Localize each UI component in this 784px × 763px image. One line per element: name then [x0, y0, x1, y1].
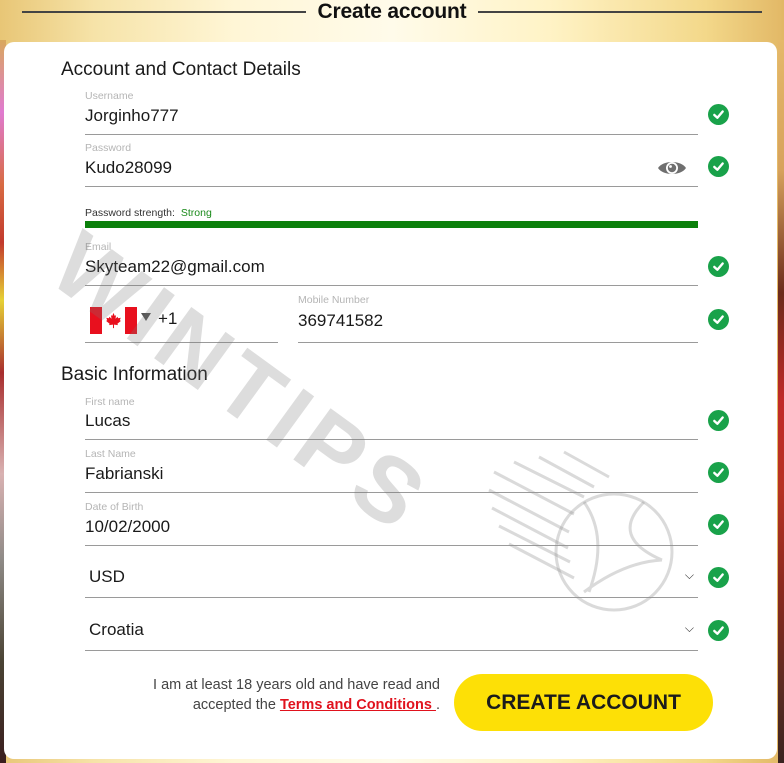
title-divider-left: [22, 11, 306, 13]
title-divider-right: [478, 11, 763, 13]
date-of-birth-label: Date of Birth: [85, 501, 144, 513]
country-code-select[interactable]: +1: [85, 291, 278, 343]
password-strength-bar: [85, 221, 698, 228]
password-strength-label: Password strength:: [85, 207, 175, 219]
first-name-valid-check-icon: [708, 410, 729, 431]
mobile-number-value: 369741582: [298, 311, 384, 330]
country-value: Croatia: [89, 620, 144, 639]
password-value: Kudo28099: [85, 158, 172, 177]
last-name-valid-check-icon: [708, 462, 729, 483]
password-label: Password: [85, 142, 132, 154]
currency-valid-check-icon: [708, 567, 729, 588]
date-of-birth-field[interactable]: Date of Birth 10/02/2000: [85, 499, 698, 546]
chevron-down-icon: ⌵: [684, 568, 694, 582]
date-of-birth-value: 10/02/2000: [85, 517, 171, 536]
chevron-down-icon: ⌵: [684, 621, 694, 635]
mobile-number-label: Mobile Number: [298, 294, 370, 306]
last-name-field[interactable]: Last Name Fabrianski: [85, 446, 698, 493]
header: Create account: [22, 0, 763, 24]
consent-period: .: [435, 697, 440, 713]
password-strength: Password strength: Strong: [85, 207, 212, 219]
email-label: Email: [85, 241, 112, 253]
password-strength-fill: [85, 221, 698, 228]
currency-value: USD: [89, 567, 125, 586]
password-field[interactable]: Password Kudo28099: [85, 140, 698, 187]
last-name-value: Fabrianski: [85, 464, 164, 483]
phone-valid-check-icon: [708, 309, 729, 330]
username-field[interactable]: Username Jorginho777: [85, 88, 698, 135]
section-title-account: Account and Contact Details: [61, 59, 301, 80]
dob-valid-check-icon: [708, 514, 729, 535]
mobile-number-field[interactable]: Mobile Number 369741582: [298, 291, 698, 343]
country-valid-check-icon: [708, 620, 729, 641]
page-title: Create account: [317, 0, 467, 23]
terms-and-conditions-link[interactable]: Terms and Conditions: [280, 697, 436, 713]
currency-select[interactable]: USD ⌵: [85, 552, 698, 598]
email-field[interactable]: Email Skyteam22@gmail.com: [85, 239, 698, 286]
first-name-label: First name: [85, 396, 135, 408]
age-consent-text: I am at least 18 years old and have read…: [134, 675, 440, 715]
canada-flag-icon: [90, 307, 137, 334]
eye-icon[interactable]: [657, 158, 687, 178]
last-name-label: Last Name: [85, 448, 136, 460]
country-select[interactable]: Croatia ⌵: [85, 605, 698, 651]
section-title-basic: Basic Information: [61, 364, 208, 385]
first-name-field[interactable]: First name Lucas: [85, 394, 698, 440]
registration-form: Account and Contact Details Username Jor…: [4, 42, 777, 759]
caret-down-icon: [141, 313, 151, 321]
username-valid-check-icon: [708, 104, 729, 125]
username-value: Jorginho777: [85, 106, 179, 125]
password-strength-value: Strong: [180, 207, 212, 219]
dial-code: +1: [158, 309, 178, 328]
email-value: Skyteam22@gmail.com: [85, 257, 265, 276]
username-label: Username: [85, 90, 134, 102]
background-right-edge: [778, 40, 784, 763]
first-name-value: Lucas: [85, 411, 131, 430]
password-valid-check-icon: [708, 156, 729, 177]
create-account-button[interactable]: CREATE ACCOUNT: [454, 674, 713, 731]
email-valid-check-icon: [708, 256, 729, 277]
